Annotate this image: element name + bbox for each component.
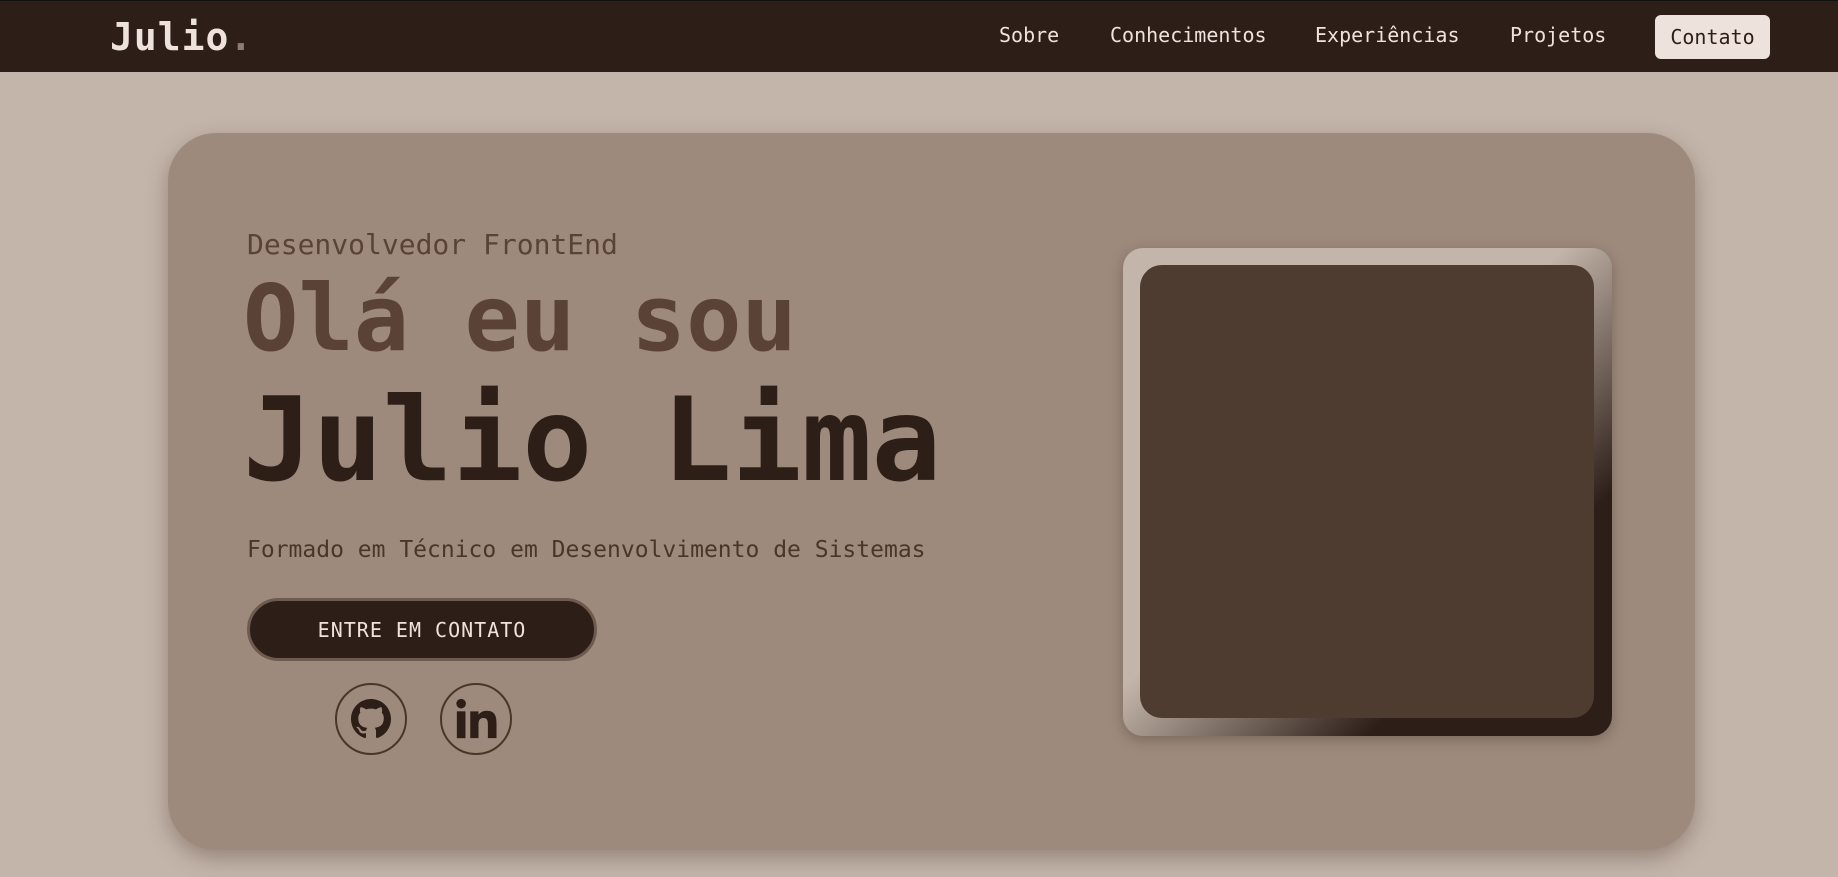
nav-link-sobre[interactable]: Sobre <box>999 23 1059 47</box>
navbar: Julio. Sobre Conhecimentos Experiências … <box>0 0 1838 72</box>
logo-text: Julio <box>110 15 230 59</box>
nav-link-conhecimentos[interactable]: Conhecimentos <box>1110 23 1267 47</box>
hero-greeting: Olá eu sou <box>243 265 797 372</box>
profile-photo <box>1140 265 1594 718</box>
github-icon <box>351 699 391 739</box>
logo-dot: . <box>229 15 254 59</box>
nav-link-experiencias[interactable]: Experiências <box>1315 23 1460 47</box>
hero-name: Julio Lima <box>243 373 942 508</box>
logo[interactable]: Julio. <box>110 15 253 59</box>
profile-photo-frame <box>1123 248 1612 736</box>
hero-description: Formado em Técnico em Desenvolvimento de… <box>247 537 926 563</box>
linkedin-icon <box>456 698 497 739</box>
contact-button[interactable]: Contato <box>1655 15 1770 59</box>
nav-link-projetos[interactable]: Projetos <box>1510 23 1606 47</box>
hero-subtitle: Desenvolvedor FrontEnd <box>247 228 618 261</box>
linkedin-button[interactable] <box>440 683 512 755</box>
github-button[interactable] <box>335 683 407 755</box>
contact-cta-button[interactable]: ENTRE EM CONTATO <box>247 598 597 661</box>
hero-card: Desenvolvedor FrontEnd Olá eu sou Julio … <box>168 133 1695 850</box>
